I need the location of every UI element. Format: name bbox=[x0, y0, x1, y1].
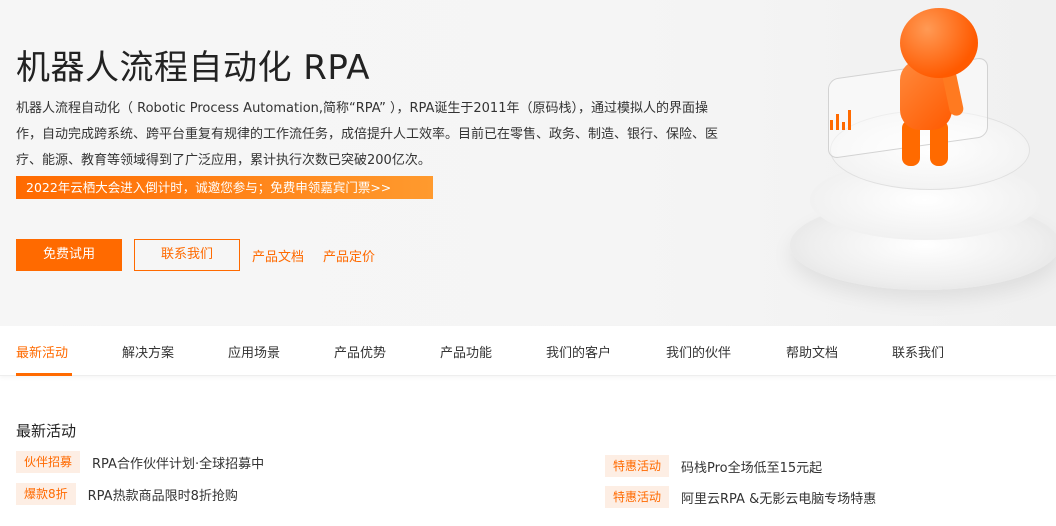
activity-badge: 爆款8折 bbox=[16, 483, 76, 505]
tab-scenarios[interactable]: 应用场景 bbox=[228, 342, 280, 361]
tab-help-docs[interactable]: 帮助文档 bbox=[786, 342, 838, 361]
tab-advantages[interactable]: 产品优势 bbox=[334, 342, 386, 361]
section-tabs: 最新活动 解决方案 应用场景 产品优势 产品功能 我们的客户 我们的伙伴 帮助文… bbox=[0, 326, 1056, 376]
robot-head-shape bbox=[900, 8, 978, 78]
hero-section: 机器人流程自动化 RPA 机器人流程自动化（ Robotic Process A… bbox=[0, 0, 1056, 326]
product-docs-link[interactable]: 产品文档 bbox=[252, 246, 304, 265]
activity-badge: 特惠活动 bbox=[605, 486, 670, 508]
active-tab-indicator bbox=[16, 373, 72, 376]
activity-item[interactable]: 伙伴招募 RPA合作伙伴计划·全球招募中 bbox=[16, 451, 264, 473]
bar-graphic-icon bbox=[830, 110, 854, 130]
free-trial-button[interactable]: 免费试用 bbox=[16, 239, 122, 271]
activity-item[interactable]: 爆款8折 RPA热款商品限时8折抢购 bbox=[16, 483, 238, 505]
tab-features[interactable]: 产品功能 bbox=[440, 342, 492, 361]
hero-description: 机器人流程自动化（ Robotic Process Automation,简称“… bbox=[16, 101, 719, 168]
tab-customers[interactable]: 我们的客户 bbox=[546, 342, 611, 361]
contact-us-button[interactable]: 联系我们 bbox=[134, 239, 240, 271]
robot-illustration bbox=[770, 0, 1056, 326]
tab-solutions[interactable]: 解决方案 bbox=[122, 342, 174, 361]
activity-badge: 特惠活动 bbox=[605, 455, 670, 477]
activity-text: 码栈Pro全场低至15元起 bbox=[681, 460, 823, 476]
activity-badge: 伙伴招募 bbox=[16, 451, 81, 473]
tab-latest-activities[interactable]: 最新活动 bbox=[16, 342, 68, 361]
activities-title: 最新活动 bbox=[16, 422, 77, 440]
tab-partners[interactable]: 我们的伙伴 bbox=[666, 342, 731, 361]
activity-text: RPA热款商品限时8折抢购 bbox=[87, 488, 238, 504]
product-pricing-link[interactable]: 产品定价 bbox=[323, 246, 375, 265]
promo-banner-link[interactable]: 2022年云栖大会进入倒计时，诚邀您参与；免费申领嘉宾门票>> bbox=[16, 176, 433, 199]
activity-text: 阿里云RPA &无影云电脑专场特惠 bbox=[681, 491, 877, 507]
page-title: 机器人流程自动化 RPA bbox=[16, 48, 371, 88]
tab-contact[interactable]: 联系我们 bbox=[892, 342, 944, 361]
activity-item[interactable]: 特惠活动 码栈Pro全场低至15元起 bbox=[605, 455, 822, 477]
activity-item[interactable]: 特惠活动 阿里云RPA &无影云电脑专场特惠 bbox=[605, 486, 876, 508]
activity-text: RPA合作伙伴计划·全球招募中 bbox=[92, 456, 265, 472]
